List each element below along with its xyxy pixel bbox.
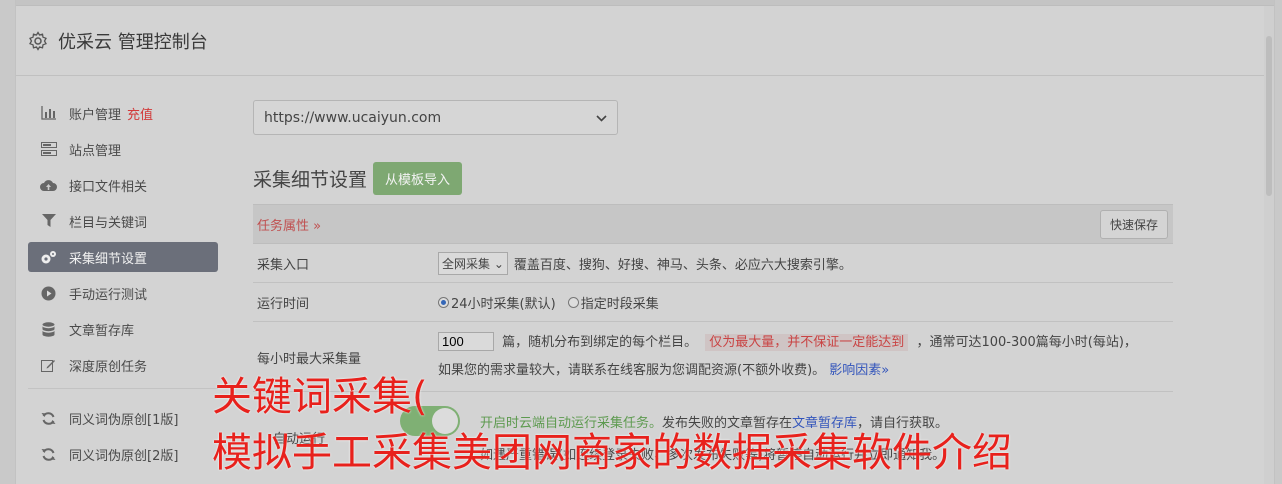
sidebar-item-label: 接口文件相关 [69, 179, 148, 195]
task-attributes-toggle[interactable]: 任务属性 » [257, 215, 321, 234]
refresh-icon [40, 410, 57, 427]
site-select-value: https://www.ucaiyun.com [264, 109, 442, 126]
sidebar: 账户管理 充值 站点管理 接口文件相关 栏目与关键词 采集细节设置 手动运行测试… [28, 98, 218, 475]
sidebar-item-account[interactable]: 账户管理 充值 [28, 98, 218, 128]
cloud-upload-icon [40, 177, 57, 194]
scrollbar[interactable] [1264, 6, 1274, 484]
sidebar-item-label: 账户管理 [69, 107, 122, 123]
collect-entry-select-value: 全网采集 [442, 256, 491, 271]
site-select[interactable]: https://www.ucaiyun.com [253, 100, 618, 135]
sidebar-item-interface-files[interactable]: 接口文件相关 [28, 170, 218, 200]
radio-scheduled-label: 指定时段采集 [580, 296, 659, 312]
sidebar-item-synonym-v1[interactable]: 同义词伪原创[1版] [28, 403, 218, 433]
row-run-time: 运行时间 24小时采集(默认) 指定时段采集 [253, 283, 1173, 322]
app-frame: 优采云 管理控制台 账户管理 充值 站点管理 接口文件相关 栏目与关键词 采集细… [15, 0, 1275, 484]
play-icon [40, 285, 57, 302]
bar-chart-icon [40, 105, 57, 122]
sidebar-item-label: 栏目与关键词 [69, 215, 148, 231]
overlay-caption-line-1: 关键词采集( [212, 374, 428, 420]
sidebar-item-label: 同义词伪原创[1版] [69, 412, 179, 428]
max-desc-3: 如果您的需求量较大，请联系在线客服为您调配资源(不额外收费)。 [438, 362, 826, 378]
page-header: 优采云 管理控制台 [16, 6, 1274, 76]
page-title: 优采云 管理控制台 [58, 31, 208, 53]
collect-entry-desc: 覆盖百度、搜狗、好搜、神马、头条、必应六大搜索引擎。 [513, 257, 852, 273]
row-collect-entry: 采集入口 全网采集 ⌄ 覆盖百度、搜狗、好搜、神马、头条、必应六大搜索引擎。 [253, 244, 1173, 283]
row-label: 运行时间 [257, 296, 310, 312]
radio-scheduled[interactable] [567, 296, 579, 308]
radio-24h[interactable] [438, 296, 449, 308]
server-icon [40, 141, 57, 158]
sidebar-item-deep-original[interactable]: 深度原创任务 [28, 350, 218, 380]
refresh-icon [40, 446, 57, 463]
scrollbar-thumb[interactable] [1266, 36, 1272, 196]
radio-24h-label: 24小时采集(默认) [451, 296, 556, 312]
sidebar-item-manual-run[interactable]: 手动运行测试 [28, 278, 218, 308]
sidebar-item-article-storage[interactable]: 文章暂存库 [28, 314, 218, 344]
sidebar-divider [28, 388, 218, 389]
sidebar-item-label: 站点管理 [69, 143, 122, 159]
influence-factors-link[interactable]: 影响因素» [829, 363, 889, 378]
import-template-button[interactable]: 从模板导入 [373, 161, 463, 195]
edit-icon [40, 357, 57, 374]
sidebar-item-collect-settings[interactable]: 采集细节设置 [28, 242, 218, 272]
sidebar-item-label: 手动运行测试 [69, 287, 148, 303]
gears-icon [40, 249, 57, 266]
database-icon [40, 321, 57, 338]
sidebar-item-columns-keywords[interactable]: 栏目与关键词 [28, 206, 218, 236]
collect-entry-select[interactable]: 全网采集 ⌄ [438, 251, 508, 275]
chevron-down-icon [596, 110, 607, 126]
section-header: 采集细节设置 从模板导入 [253, 161, 1173, 195]
sidebar-item-synonym-v2[interactable]: 同义词伪原创[2版] [28, 439, 218, 469]
sidebar-item-label: 文章暂存库 [69, 323, 135, 339]
max-desc-2: ，通常可达100-300篇每小时(每站)， [916, 334, 1137, 350]
sidebar-item-label: 采集细节设置 [69, 251, 148, 267]
sidebar-item-label: 深度原创任务 [69, 359, 148, 375]
section-title: 采集细节设置 [253, 168, 368, 191]
sidebar-item-sites[interactable]: 站点管理 [28, 134, 218, 164]
filter-icon [40, 213, 57, 230]
quick-save-button[interactable]: 快速保存 [1099, 209, 1168, 239]
sidebar-item-label: 同义词伪原创[2版] [69, 448, 179, 464]
row-label: 采集入口 [257, 257, 310, 273]
max-warning: 仅为最大量，并不保证一定能达到 [705, 333, 909, 351]
overlay-caption-line-2: 模拟手工采集美团网商家的数据采集软件介绍 [212, 430, 1012, 476]
recharge-link[interactable]: 充值 [127, 104, 153, 123]
panel-header: 任务属性 » 快速保存 [253, 205, 1173, 244]
max-desc-1: 篇，随机分布到绑定的每个栏目。 [502, 334, 698, 350]
max-per-hour-input[interactable] [438, 331, 494, 351]
gear-icon [28, 30, 48, 51]
